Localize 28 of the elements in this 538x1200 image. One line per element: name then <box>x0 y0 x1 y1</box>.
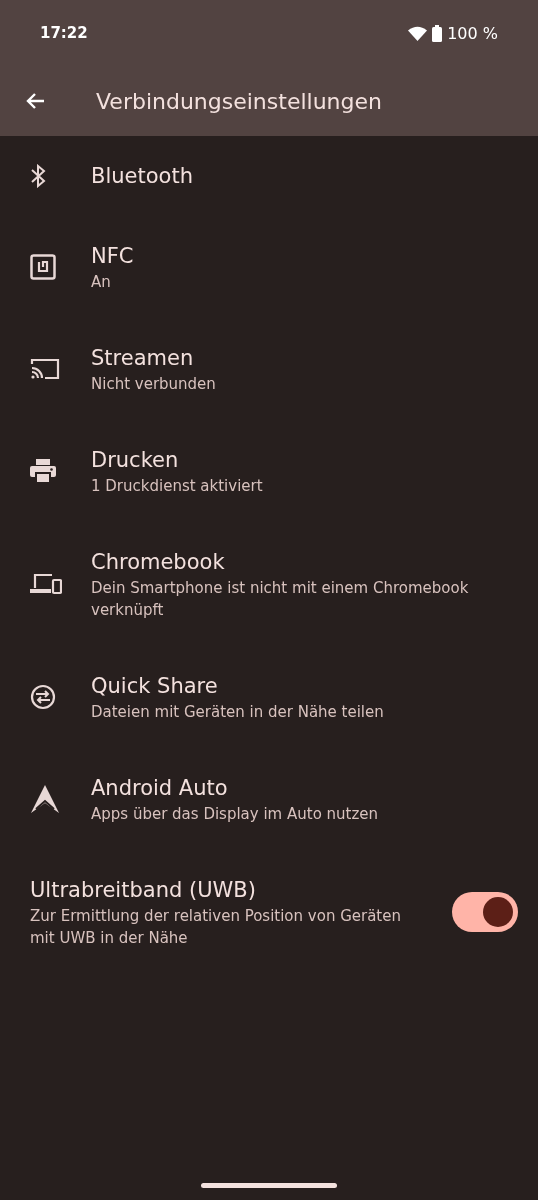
share-arrows-icon <box>30 684 56 710</box>
battery-level: 100 % <box>447 23 498 43</box>
setting-title[interactable]: Streamen <box>91 343 194 373</box>
setting-title[interactable]: Bluetooth <box>91 161 193 191</box>
setting-summary: An <box>91 272 112 293</box>
navigation-arrow-icon <box>30 784 60 814</box>
bluetooth-icon <box>30 164 46 188</box>
setting-summary: Nicht verbunden <box>91 374 217 395</box>
nfc-icon <box>30 254 56 280</box>
setting-title[interactable]: Ultrabreitband (UWB) <box>30 875 256 905</box>
toggle-switch[interactable] <box>452 892 518 932</box>
devices-icon <box>30 573 62 595</box>
setting-title[interactable]: Drucken <box>91 445 179 475</box>
setting-title[interactable]: Quick Share <box>91 671 218 701</box>
battery-icon <box>432 24 443 42</box>
setting-summary: Dein Smartphone ist nicht mit einem Chromebook verknüpft <box>91 578 470 621</box>
setting-title[interactable]: Chromebook <box>91 547 225 577</box>
wifi-icon <box>408 25 428 41</box>
setting-summary: 1 Druckdienst aktiviert <box>91 476 264 497</box>
status-time: 17:22 <box>40 24 88 42</box>
printer-icon <box>30 459 56 483</box>
cast-icon <box>30 357 60 381</box>
setting-summary: Apps über das Display im Auto nutzen <box>91 804 380 825</box>
page-title: Verbindungseinstellungen <box>96 88 382 114</box>
setting-title[interactable]: Android Auto <box>91 773 228 803</box>
setting-summary: Dateien mit Geräten in der Nähe teilen <box>91 702 385 723</box>
setting-title[interactable]: NFC <box>91 241 134 271</box>
setting-summary: Zur Ermittlung der relativen Position von Geräten mit UWB in der Nähe <box>30 906 402 949</box>
